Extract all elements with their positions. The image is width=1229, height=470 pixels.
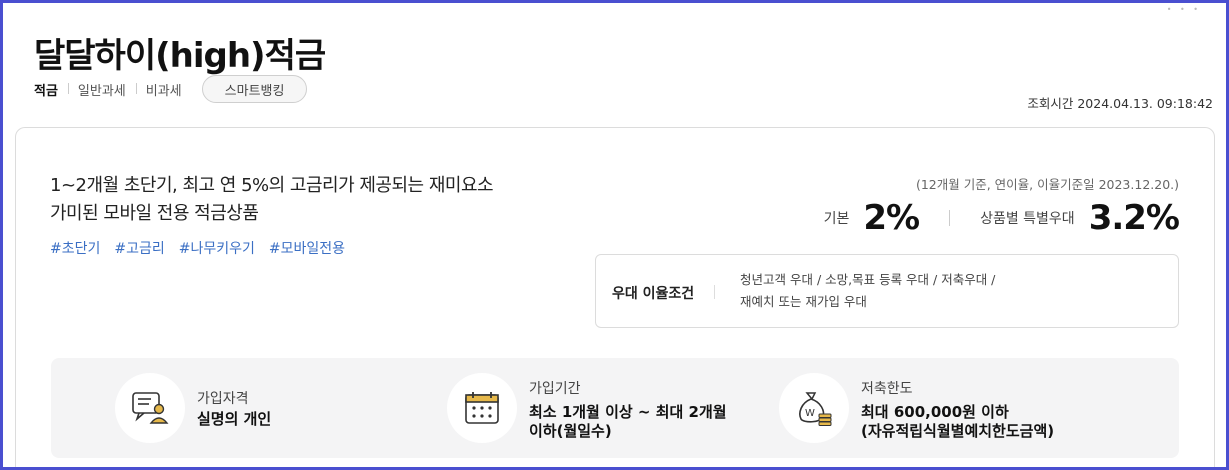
period-value-line-2: 이하(월일수) (529, 422, 612, 440)
money-bag-icon: W (779, 373, 849, 443)
tag-tax-free: 비과세 (135, 80, 192, 99)
hashtag-short-term[interactable]: #초단기 (50, 238, 100, 258)
page-title: 달달하이(high)적금 (34, 36, 326, 76)
limit-value-line-1: 최대 600,000원 이하 (861, 403, 1009, 421)
product-tags: 적금 일반과세 비과세 스마트뱅킹 (34, 74, 308, 104)
eligibility-value: 실명의 개인 (197, 410, 272, 428)
tag-savings: 적금 (34, 83, 58, 99)
calendar-icon (447, 373, 517, 443)
base-rate-value: 2% (863, 198, 920, 238)
person-chat-icon (115, 373, 185, 443)
conditions-divider (714, 285, 715, 299)
special-rate-value: 3.2% (1088, 198, 1180, 238)
description-line-1: 1~2개월 초단기, 최고 연 5%의 고금리가 제공되는 재미요소 (50, 175, 494, 196)
limit-value-line-2: (자유적립식월별예치한도금액) (861, 422, 1055, 440)
preferential-conditions-box: 우대 이율조건 청년고객 우대 / 소망,목표 등록 우대 / 저축우대 / 재… (595, 254, 1179, 328)
period-value: 최소 1개월 이상 ~ 최대 2개월 이하(월일수) (529, 403, 727, 441)
hashtag-high-rate[interactable]: #고금리 (114, 238, 164, 258)
hashtag-list: #초단기 #고금리 #나무키우기 #모바일전용 (50, 238, 345, 258)
limit-label: 저축한도 (861, 381, 913, 397)
product-description: 1~2개월 초단기, 최고 연 5%의 고금리가 제공되는 재미요소 가미된 모… (50, 172, 570, 228)
more-dots-icon[interactable]: • • • (1167, 5, 1201, 14)
limit-value: 최대 600,000원 이하 (자유적립식월별예치한도금액) (861, 403, 1054, 441)
base-rate-label: 기본 (823, 211, 850, 227)
smart-banking-button[interactable]: 스마트뱅킹 (201, 75, 308, 103)
svg-text:W: W (805, 408, 815, 419)
conditions-title: 우대 이율조건 (612, 286, 695, 302)
hashtag-mobile-only[interactable]: #모바일전용 (269, 238, 345, 258)
eligibility-label: 가입자격 (197, 391, 249, 407)
query-time: 조회시간 2024.04.13. 09:18:42 (1027, 96, 1213, 111)
conditions-line-1: 청년고객 우대 / 소망,목표 등록 우대 / 저축우대 / (740, 272, 996, 287)
info-panel: 가입자격 실명의 개인 가입기간 최소 1개월 이상 ~ 최대 2개월 이하(월… (51, 358, 1179, 458)
period-label: 가입기간 (529, 381, 581, 397)
conditions-text: 청년고객 우대 / 소망,목표 등록 우대 / 저축우대 / 재예치 또는 재가… (740, 269, 1160, 313)
hashtag-tree-growing[interactable]: #나무키우기 (179, 238, 255, 258)
period-value-line-1: 최소 1개월 이상 ~ 최대 2개월 (529, 403, 727, 421)
special-rate-label: 상품별 특별우대 (980, 211, 1075, 227)
rate-row: 기본 2% 상품별 특별우대 3.2% (823, 198, 1180, 238)
tag-general-tax: 일반과세 (67, 80, 136, 99)
description-line-2: 가미된 모바일 전용 적금상품 (50, 203, 259, 224)
conditions-line-2: 재예치 또는 재가입 우대 (740, 294, 867, 309)
rate-divider (949, 210, 951, 226)
rate-note: (12개월 기준, 연이율, 이율기준일 2023.12.20.) (915, 177, 1179, 192)
